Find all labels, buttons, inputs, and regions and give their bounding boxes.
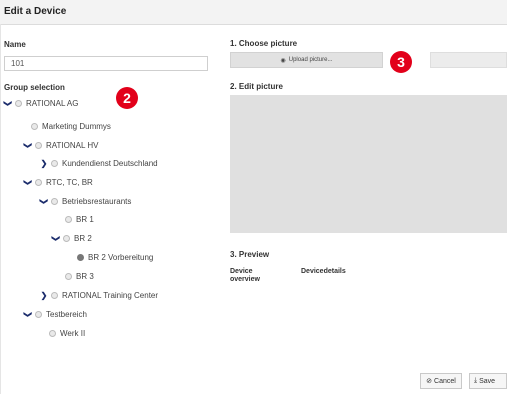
chevron-down-icon[interactable]: ❯: [24, 310, 33, 318]
tree-item-label: Werk II: [60, 328, 86, 338]
tree-item-label: RTC, TC, BR: [46, 177, 93, 187]
tree-item-rational-hv[interactable]: ❯ RATIONAL HV: [24, 138, 99, 152]
radio-icon[interactable]: [51, 197, 58, 205]
dialog-title-bar: Edit a Device: [0, 0, 507, 25]
upload-picture-button[interactable]: ◉ Upload picture...: [230, 52, 383, 68]
tree-item-rational-ag[interactable]: ❯ RATIONAL AG: [4, 96, 79, 110]
tree-item-br-3[interactable]: BR 3: [62, 269, 94, 283]
chevron-down-icon[interactable]: ❯: [52, 234, 61, 242]
radio-icon[interactable]: [15, 99, 22, 107]
tree-item-label: Betriebsrestaurants: [62, 196, 132, 206]
save-label: Save: [479, 377, 496, 385]
picture-edit-area[interactable]: [230, 95, 507, 233]
upload-icon: ◉: [280, 57, 286, 64]
dialog-title: Edit a Device: [4, 6, 67, 17]
group-selection-label: Group selection: [4, 83, 65, 92]
tree-item-br-2-vorbereitung[interactable]: BR 2 Vorbereitung: [74, 250, 153, 264]
preview-label: 3. Preview: [230, 250, 270, 259]
chevron-down-icon[interactable]: ❯: [24, 141, 33, 149]
chevron-down-icon[interactable]: ❯: [4, 99, 13, 107]
tree-item-label: Testbereich: [46, 309, 87, 319]
edit-picture-label: 2. Edit picture: [230, 82, 283, 91]
tree-item-rtc-tc-br[interactable]: ❯ RTC, TC, BR: [24, 175, 93, 189]
tree-item-label: BR 2 Vorbereitung: [88, 252, 154, 262]
upload-picture-label: Upload picture...: [288, 57, 333, 63]
radio-icon[interactable]: [65, 272, 72, 280]
save-button[interactable]: ⤓ Save: [469, 373, 507, 389]
chevron-down-icon[interactable]: ❯: [40, 197, 49, 205]
chevron-right-icon[interactable]: ❯: [40, 291, 48, 300]
save-icon: ⤓: [474, 377, 478, 384]
radio-selected-icon[interactable]: [77, 253, 84, 261]
radio-icon[interactable]: [35, 141, 42, 149]
radio-icon[interactable]: [65, 215, 72, 223]
cancel-label: Cancel: [434, 377, 456, 385]
tree-item-label: BR 3: [76, 271, 94, 281]
chevron-right-icon[interactable]: ❯: [40, 159, 48, 168]
tree-item-label: RATIONAL HV: [46, 140, 99, 150]
tree-item-label: RATIONAL AG: [26, 98, 79, 108]
tree-item-marketing-dummys[interactable]: Marketing Dummys: [28, 119, 111, 133]
tree-item-label: BR 2: [74, 233, 92, 243]
radio-icon[interactable]: [51, 159, 58, 167]
tree-item-label: RATIONAL Training Center: [62, 290, 159, 300]
secondary-picture-button[interactable]: [430, 52, 507, 68]
device-details-label: Devicedetails: [301, 268, 346, 275]
radio-icon[interactable]: [51, 291, 58, 299]
radio-icon[interactable]: [31, 122, 38, 130]
callout-badge-2: 2: [116, 87, 138, 109]
tree-item-label: Kundendienst Deutschland: [62, 158, 158, 168]
name-input[interactable]: [4, 56, 208, 71]
radio-icon[interactable]: [63, 234, 70, 242]
name-label: Name: [4, 40, 26, 49]
cancel-icon: ⊘: [426, 378, 433, 385]
edit-device-dialog: Edit a Device Name Group selection 2 ❯ R…: [0, 0, 507, 394]
tree-item-rational-training-center[interactable]: ❯ RATIONAL Training Center: [40, 288, 158, 302]
callout-badge-3: 3: [390, 51, 412, 73]
cancel-button[interactable]: ⊘ Cancel: [420, 373, 462, 389]
tree-item-br-1[interactable]: BR 1: [62, 212, 94, 226]
tree-item-werk-ii[interactable]: Werk II: [46, 326, 85, 340]
radio-icon[interactable]: [49, 329, 56, 337]
left-border: [0, 24, 1, 394]
tree-item-label: BR 1: [76, 214, 94, 224]
device-overview-label: Device overview: [230, 268, 260, 283]
radio-icon[interactable]: [35, 178, 42, 186]
choose-picture-label: 1. Choose picture: [230, 39, 298, 48]
tree-item-label: Marketing Dummys: [42, 121, 111, 131]
tree-item-betriebsrestaurants[interactable]: ❯ Betriebsrestaurants: [40, 194, 132, 208]
chevron-down-icon[interactable]: ❯: [24, 178, 33, 186]
tree-item-testbereich[interactable]: ❯ Testbereich: [24, 307, 87, 321]
tree-item-br-2[interactable]: ❯ BR 2: [52, 231, 92, 245]
tree-item-kundendienst-deutschland[interactable]: ❯ Kundendienst Deutschland: [40, 156, 158, 170]
radio-icon[interactable]: [35, 310, 42, 318]
